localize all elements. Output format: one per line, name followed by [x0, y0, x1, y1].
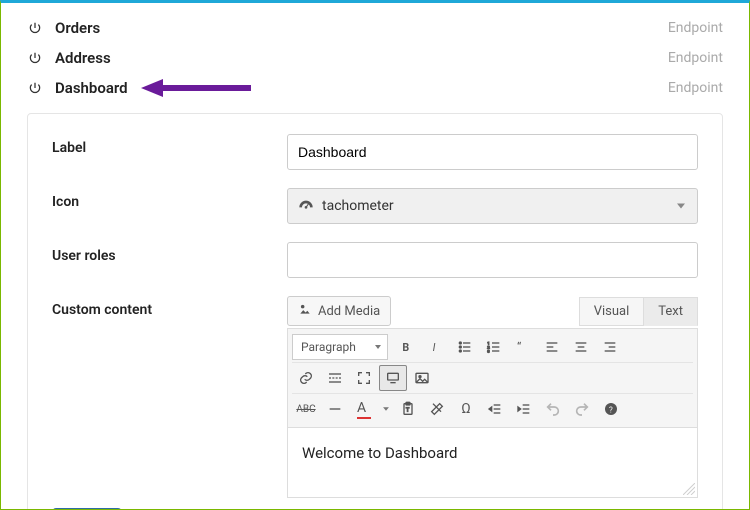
text-color-dropdown[interactable] — [379, 396, 393, 422]
label-field-label: Label — [52, 134, 287, 156]
endpoint-tag: Endpoint — [668, 20, 723, 36]
outdent-button[interactable] — [481, 396, 509, 422]
svg-text:I: I — [433, 341, 436, 354]
text-color-button[interactable]: A — [350, 396, 378, 422]
tachometer-icon — [298, 198, 314, 214]
svg-text:B: B — [402, 341, 409, 354]
content-field-label: Custom content — [52, 296, 287, 318]
icon-select-value: tachometer — [322, 198, 394, 214]
power-icon — [27, 20, 43, 36]
paste-text-button[interactable]: T — [394, 396, 422, 422]
endpoint-tag: Endpoint — [668, 80, 723, 96]
undo-button[interactable] — [539, 396, 567, 422]
power-icon — [27, 80, 43, 96]
readmore-button[interactable] — [321, 365, 349, 391]
svg-text:3: 3 — [487, 348, 489, 353]
blockquote-button[interactable]: “ — [509, 334, 537, 360]
media-icon — [298, 302, 312, 320]
svg-text:“: “ — [517, 340, 522, 354]
link-button[interactable] — [292, 365, 320, 391]
clear-format-button[interactable] — [423, 396, 451, 422]
image-button[interactable] — [408, 365, 436, 391]
endpoint-row-dashboard[interactable]: Dashboard Endpoint — [27, 73, 723, 103]
chevron-down-icon — [677, 204, 685, 209]
tab-visual[interactable]: Visual — [579, 297, 645, 326]
horizontal-rule-button[interactable] — [321, 396, 349, 422]
endpoint-row-orders[interactable]: Orders Endpoint — [27, 13, 723, 43]
editor-content[interactable]: Welcome to Dashboard — [287, 428, 698, 498]
toolbar-toggle-button[interactable] — [379, 365, 407, 391]
fullscreen-button[interactable] — [350, 365, 378, 391]
endpoint-row-address[interactable]: Address Endpoint — [27, 43, 723, 73]
icon-select[interactable]: tachometer — [287, 188, 698, 224]
icon-field-label: Icon — [52, 188, 287, 210]
endpoint-label: Address — [55, 49, 111, 67]
redo-button[interactable] — [568, 396, 596, 422]
endpoint-settings-panel: Label Icon tachometer User roles — [27, 113, 723, 510]
bold-button[interactable]: B — [393, 334, 421, 360]
align-right-button[interactable] — [596, 334, 624, 360]
editor-toolbar: Paragraph B I 123 “ — [287, 328, 698, 428]
add-media-button[interactable]: Add Media — [287, 296, 391, 326]
number-list-button[interactable]: 123 — [480, 334, 508, 360]
label-input[interactable] — [287, 134, 698, 170]
help-button[interactable]: ? — [597, 396, 625, 422]
endpoint-label: Dashboard — [55, 79, 128, 97]
endpoint-label: Orders — [55, 19, 100, 37]
tab-text[interactable]: Text — [644, 297, 698, 326]
italic-button[interactable]: I — [422, 334, 450, 360]
svg-text:?: ? — [609, 405, 613, 414]
indent-button[interactable] — [510, 396, 538, 422]
bullet-list-button[interactable] — [451, 334, 479, 360]
endpoint-tag: Endpoint — [668, 50, 723, 66]
power-icon — [27, 50, 43, 66]
user-roles-input[interactable] — [287, 242, 698, 278]
align-left-button[interactable] — [538, 334, 566, 360]
resize-handle-icon[interactable] — [683, 483, 695, 495]
format-select[interactable]: Paragraph — [292, 334, 388, 360]
special-char-button[interactable]: Ω — [452, 396, 480, 422]
align-center-button[interactable] — [567, 334, 595, 360]
roles-field-label: User roles — [52, 242, 287, 264]
svg-text:T: T — [406, 408, 410, 414]
strikethrough-button[interactable]: ABC — [292, 396, 320, 422]
